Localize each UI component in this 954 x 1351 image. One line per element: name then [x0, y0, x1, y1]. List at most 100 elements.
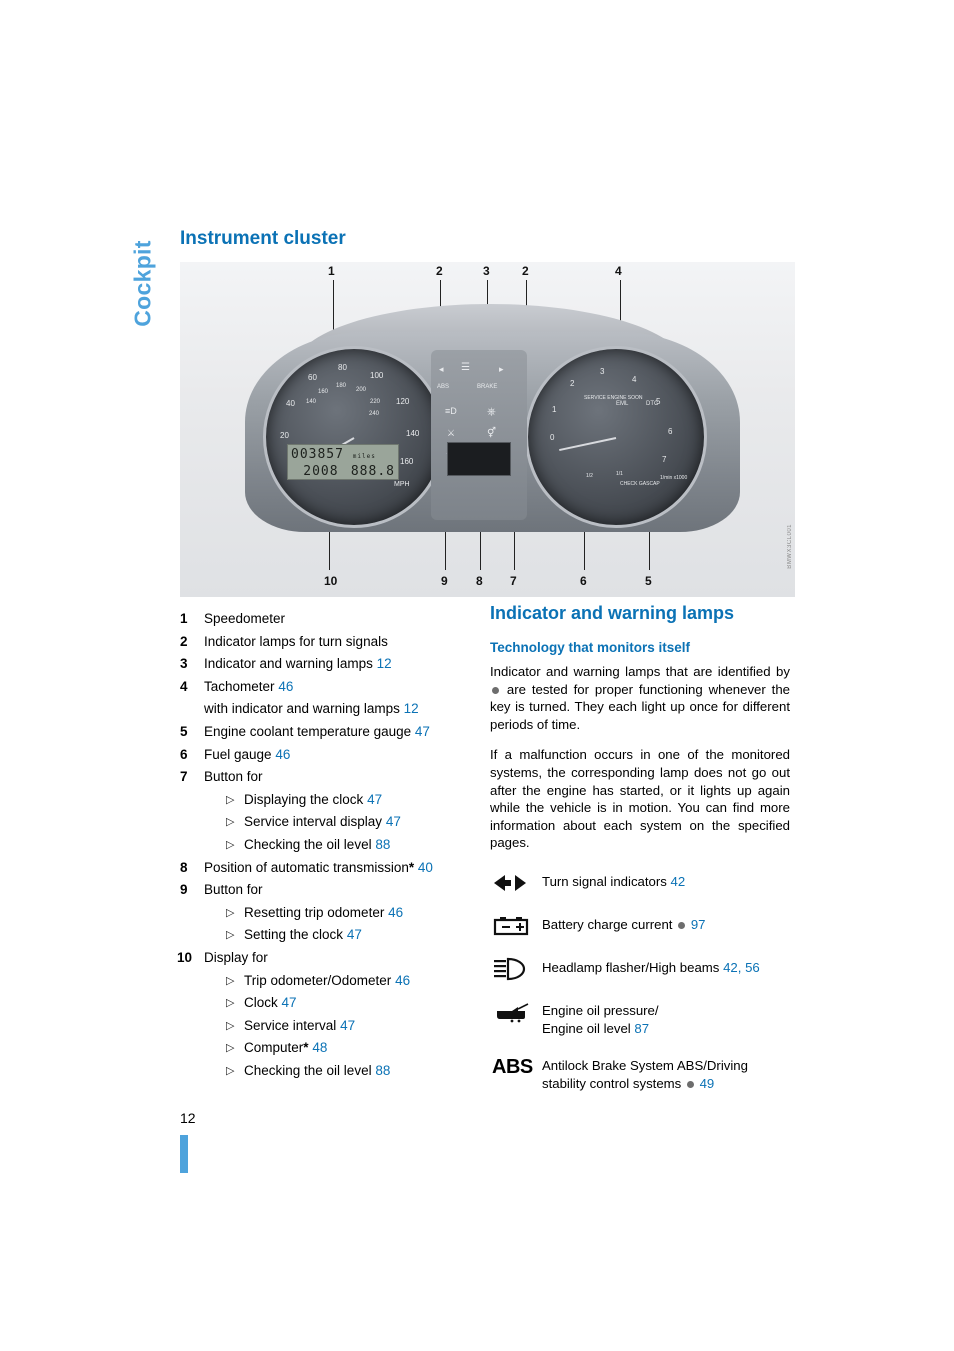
callout-3: 3: [483, 264, 490, 278]
legend-sub-label-9-2: Setting the clock: [244, 927, 344, 943]
lamp-label-oil-line2: Engine oil level: [542, 1020, 631, 1036]
tachometer-dial: 0 1 2 3 4 5 6 7 SERVICE ENGINE SOON EML …: [525, 346, 707, 528]
parking-brake-icon: ⎈: [487, 406, 496, 418]
right-column: Indicator and warning lamps Technology t…: [490, 603, 790, 1109]
speedometer-dial: 80 100 60 40 20 120 140 160 220 240 200 …: [263, 346, 445, 528]
headlamp-high-beam-icon: [490, 956, 542, 982]
legend-sub-10-3: ▷ Service interval 47: [204, 1015, 470, 1038]
legend-label-4: Tachometer: [204, 678, 275, 694]
legend-number-7: 7: [180, 769, 188, 785]
lamp-page-high-beam-2[interactable]: 56: [745, 960, 760, 975]
legend-label-10: Display for: [204, 949, 268, 965]
callout-8: 8: [476, 574, 483, 588]
speed-tick-40: 40: [286, 399, 295, 408]
legend-sub-10-5: ▷ Checking the oil level 88: [204, 1060, 470, 1083]
dtc-lamp: DTC: [646, 401, 659, 407]
legend-sub-page-7-2[interactable]: 47: [386, 814, 401, 829]
tach-tick-0: 0: [550, 433, 555, 442]
legend-sub-page-10-5[interactable]: 88: [375, 1063, 390, 1078]
headlamp-icon: ☰: [461, 362, 470, 373]
abs-tell-tale: ABS: [437, 384, 450, 390]
odometer-lcd-display: 003857 miles 888.8 2008: [287, 444, 399, 480]
legend-sub-10-4: ▷ Computer* 48: [204, 1037, 470, 1060]
speed-inner-240: 240: [369, 411, 380, 417]
fuel-full-label: 1/1: [616, 471, 623, 477]
callout-2a: 2: [436, 264, 443, 278]
legend-page-3[interactable]: 12: [377, 656, 392, 671]
lamp-page-abs[interactable]: 49: [700, 1076, 715, 1091]
lcd-odometer-value: 003857: [291, 447, 344, 462]
legend-sub-page-10-2[interactable]: 47: [282, 995, 297, 1010]
lamp-label-battery: Battery charge current: [542, 916, 673, 932]
legend-sub-page-9-1[interactable]: 46: [388, 905, 403, 920]
speed-tick-80: 80: [338, 363, 347, 372]
lamp-page-high-beam-1[interactable]: 42: [723, 960, 738, 975]
abs-icon-text: ABS: [492, 1055, 533, 1078]
lcd-unit: miles: [352, 453, 376, 460]
speedometer-unit: MPH: [394, 481, 410, 488]
lamp-text-battery: Battery charge current 97: [542, 913, 706, 934]
chapter-title: Cockpit: [129, 240, 156, 327]
lamp-row-battery: Battery charge current 97: [490, 913, 790, 939]
legend-number-4: 4: [180, 678, 188, 694]
triangle-bullet-icon: ▷: [226, 838, 235, 851]
tach-tick-7: 7: [662, 455, 667, 464]
lamp-page-oil[interactable]: 87: [634, 1021, 649, 1036]
tach-tick-1: 1: [552, 405, 557, 414]
legend-sub-label-10-3: Service interval: [244, 1017, 337, 1033]
lcd-right-value: 888.8: [350, 464, 395, 479]
legend-page-4[interactable]: 46: [278, 679, 293, 694]
legend-sub-7-1: ▷ Displaying the clock 47: [204, 789, 470, 812]
legend-sub-page-10-1[interactable]: 46: [395, 973, 410, 988]
lamp-row-high-beam: Headlamp flasher/High beams 42, 56: [490, 956, 790, 982]
callout-2b: 2: [522, 264, 529, 278]
legend-number-8: 8: [180, 859, 188, 875]
legend-item-7: 7 Button for ▷ Displaying the clock 47 ▷…: [180, 766, 470, 856]
speed-inner-200: 200: [356, 387, 367, 393]
legend-sub-page-9-2[interactable]: 47: [347, 927, 362, 942]
lamp-page-turn-signal[interactable]: 42: [671, 874, 686, 889]
callout-10: 10: [324, 574, 338, 588]
legend-asterisk-10-4: *: [303, 1040, 309, 1056]
triangle-bullet-icon: ▷: [226, 1064, 235, 1077]
lamp-row-oil: Engine oil pressure/ Engine oil level 87: [490, 999, 790, 1037]
illustration-code: BMWX3CL001: [787, 524, 793, 569]
legend-page-5[interactable]: 47: [415, 724, 430, 739]
lamp-text-high-beam: Headlamp flasher/High beams 42, 56: [542, 959, 760, 975]
section-heading-indicator-lamps: Indicator and warning lamps: [490, 603, 735, 623]
legend-item-3: 3 Indicator and warning lamps 12: [180, 653, 470, 676]
legend-page-4b[interactable]: 12: [404, 701, 419, 716]
callout-9: 9: [441, 574, 448, 588]
lamp-page-battery[interactable]: 97: [691, 917, 706, 932]
indicator-dot-icon: [492, 686, 499, 694]
legend-sub-7-3: ▷ Checking the oil level 88: [204, 834, 470, 857]
legend-sub-page-10-4[interactable]: 48: [312, 1040, 327, 1055]
legend-number-9: 9: [180, 882, 188, 898]
page-title: Instrument cluster: [180, 228, 346, 249]
page-number: 12: [180, 1110, 196, 1126]
legend-sub-label-10-4: Computer: [244, 1040, 304, 1056]
lamp-text-oil: Engine oil pressure/ Engine oil level 87: [542, 999, 659, 1037]
legend-page-8[interactable]: 40: [418, 860, 433, 875]
legend-sub-9-1: ▷ Resetting trip odometer 46: [204, 902, 470, 925]
legend-sub-label-7-3: Checking the oil level: [244, 836, 372, 852]
speed-tick-60: 60: [308, 373, 317, 382]
lamp-text-abs: Antilock Brake System ABS/Driving stabil…: [542, 1054, 748, 1092]
legend-sub-page-7-1[interactable]: 47: [367, 792, 382, 807]
legend-item-10: 10 Display for ▷ Trip odometer/Odometer …: [177, 947, 470, 1083]
legend-sub-page-10-3[interactable]: 47: [340, 1018, 355, 1033]
tachometer-unit: 1/min x1000: [660, 475, 688, 481]
legend-page-6[interactable]: 46: [275, 747, 290, 762]
battery-icon: [490, 913, 542, 939]
legend-item-2: 2 Indicator lamps for turn signals: [180, 631, 470, 654]
speed-inner-160: 160: [318, 389, 329, 395]
lamp-label-turn-signal: Turn signal indicators: [542, 873, 667, 889]
triangle-bullet-icon: ▷: [226, 1019, 235, 1032]
legend-item-8: 8 Position of automatic transmission* 40: [180, 857, 470, 880]
legend-label-1: Speedometer: [204, 611, 286, 626]
legend-number-10: 10: [177, 949, 193, 965]
legend-sub-page-7-3[interactable]: 88: [375, 837, 390, 852]
speed-tick-140: 140: [406, 429, 420, 438]
legend-sub-7-2: ▷ Service interval display 47: [204, 811, 470, 834]
legend-item-5: 5 Engine coolant temperature gauge 47: [180, 721, 470, 744]
